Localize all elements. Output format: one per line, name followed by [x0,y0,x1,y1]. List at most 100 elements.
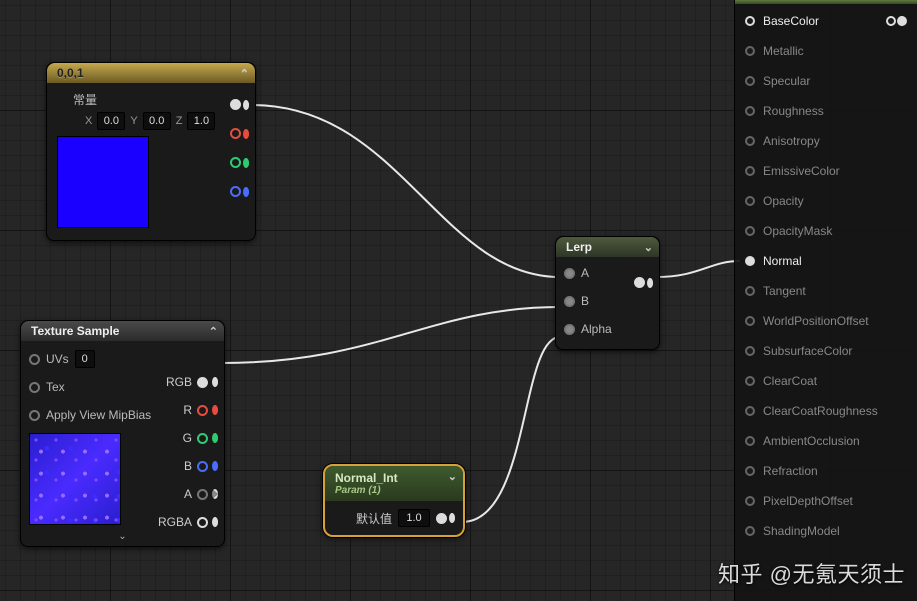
material-pin-clearcoat[interactable]: ClearCoat [735,366,917,396]
out-pin-g[interactable] [197,433,208,444]
node-scalar-param[interactable]: Normal_Int Param (1) ⌄ 默认值 [323,464,465,537]
arrow-icon [243,187,249,197]
node-title[interactable]: Normal_Int Param (1) ⌄ [325,466,463,501]
pin-icon[interactable] [745,346,755,356]
material-pin-clearcoatroughness[interactable]: ClearCoatRoughness [735,396,917,426]
material-pin-normal[interactable]: Normal [735,246,917,276]
in-pin-tex[interactable] [29,382,40,393]
node-title[interactable]: Lerp ⌄ [556,237,659,257]
in-pin-alpha[interactable] [564,324,575,335]
x-label: X [85,115,92,127]
material-pin-anisotropy[interactable]: Anisotropy [735,126,917,156]
material-pin-label: ClearCoatRoughness [763,404,878,418]
in-label-alpha: Alpha [581,322,612,336]
pin-icon[interactable] [745,286,755,296]
node-constant-vector[interactable]: 0,0,1 ⌃ 常量 X Y Z [46,62,256,241]
node-title[interactable]: Texture Sample ⌃ [21,321,224,341]
node-title[interactable]: 0,0,1 ⌃ [47,63,255,83]
material-pin-refraction[interactable]: Refraction [735,456,917,486]
node-subtitle: Param (1) [335,485,453,496]
uvs-input[interactable] [75,350,95,368]
collapse-icon[interactable]: ⌄ [448,470,457,483]
material-pin-worldpositionoffset[interactable]: WorldPositionOffset [735,306,917,336]
node-lerp[interactable]: Lerp ⌄ A B Alpha [555,236,660,350]
out-label-rgb: RGB [166,375,192,389]
in-pin-mipbias[interactable] [29,410,40,421]
in-pin-a[interactable] [564,268,575,279]
pin-icon[interactable] [745,226,755,236]
in-pin-uvs[interactable] [29,354,40,365]
color-swatch [57,136,149,228]
node-title-text: Normal_Int [335,471,453,485]
out-pin-b[interactable] [197,461,208,472]
out-pin-r[interactable] [230,128,241,139]
material-pin-metallic[interactable]: Metallic [735,36,917,66]
out-label-a: A [184,487,192,501]
panel-accent [735,0,917,4]
arrow-icon [647,278,653,288]
material-pin-label: ClearCoat [763,374,817,388]
node-title-text: 0,0,1 [57,66,84,80]
pin-icon[interactable] [745,526,755,536]
pin-icon[interactable] [745,496,755,506]
out-pin-g[interactable] [230,157,241,168]
watermark: 知乎 @无氪天须士 [718,557,905,589]
collapse-icon[interactable]: ⌄ [644,241,653,254]
material-pin-label: WorldPositionOffset [763,314,869,328]
material-pin-roughness[interactable]: Roughness [735,96,917,126]
collapse-icon[interactable]: ⌃ [240,67,249,80]
texture-preview [29,433,121,525]
x-input[interactable] [97,112,125,130]
z-input[interactable] [187,112,215,130]
arrow-icon [243,129,249,139]
tail-pin[interactable] [886,16,907,26]
material-pin-opacitymask[interactable]: OpacityMask [735,216,917,246]
material-pin-basecolor[interactable]: BaseColor [735,6,917,36]
out-pin-b[interactable] [230,186,241,197]
y-input[interactable] [143,112,171,130]
material-pin-specular[interactable]: Specular [735,66,917,96]
pin-icon[interactable] [745,166,755,176]
pin-icon[interactable] [745,406,755,416]
material-pin-shadingmodel[interactable]: ShadingModel [735,516,917,546]
pin-icon[interactable] [745,46,755,56]
out-pin-rgba[interactable] [197,517,208,528]
in-pin-b[interactable] [564,296,575,307]
material-pin-pixeldepthoffset[interactable]: PixelDepthOffset [735,486,917,516]
material-pin-label: Normal [763,254,802,268]
out-pin-result[interactable] [634,277,645,288]
material-pin-ambientocclusion[interactable]: AmbientOcclusion [735,426,917,456]
arrow-icon [212,517,218,527]
pin-icon[interactable] [745,316,755,326]
arrow-icon [449,513,455,523]
pin-icon[interactable] [745,256,755,266]
material-pin-label: Roughness [763,104,824,118]
pin-icon[interactable] [745,436,755,446]
material-pin-tangent[interactable]: Tangent [735,276,917,306]
pin-icon[interactable] [745,376,755,386]
arrow-icon [243,158,249,168]
collapse-icon[interactable]: ⌃ [209,325,218,338]
arrow-icon [212,433,218,443]
pin-icon[interactable] [745,76,755,86]
material-pin-subsurfacecolor[interactable]: SubsurfaceColor [735,336,917,366]
out-pin-r[interactable] [197,405,208,416]
expand-icon[interactable]: ⌄ [21,531,224,546]
material-pin-label: Refraction [763,464,818,478]
pin-icon[interactable] [745,196,755,206]
section-label: 常量 [73,91,245,108]
pin-icon[interactable] [745,106,755,116]
out-pin-rgb[interactable] [197,377,208,388]
node-texture-sample[interactable]: Texture Sample ⌃ UVs Tex Apply View MipB… [20,320,225,547]
out-pin-a[interactable] [197,489,208,500]
material-pin-opacity[interactable]: Opacity [735,186,917,216]
pin-icon[interactable] [745,136,755,146]
default-input[interactable] [398,509,430,527]
pin-icon[interactable] [745,16,755,26]
out-pin-value[interactable] [436,513,447,524]
pin-icon[interactable] [745,466,755,476]
material-pin-label: EmissiveColor [763,164,840,178]
y-label: Y [130,115,137,127]
material-pin-emissivecolor[interactable]: EmissiveColor [735,156,917,186]
out-pin-rgb[interactable] [230,99,241,110]
